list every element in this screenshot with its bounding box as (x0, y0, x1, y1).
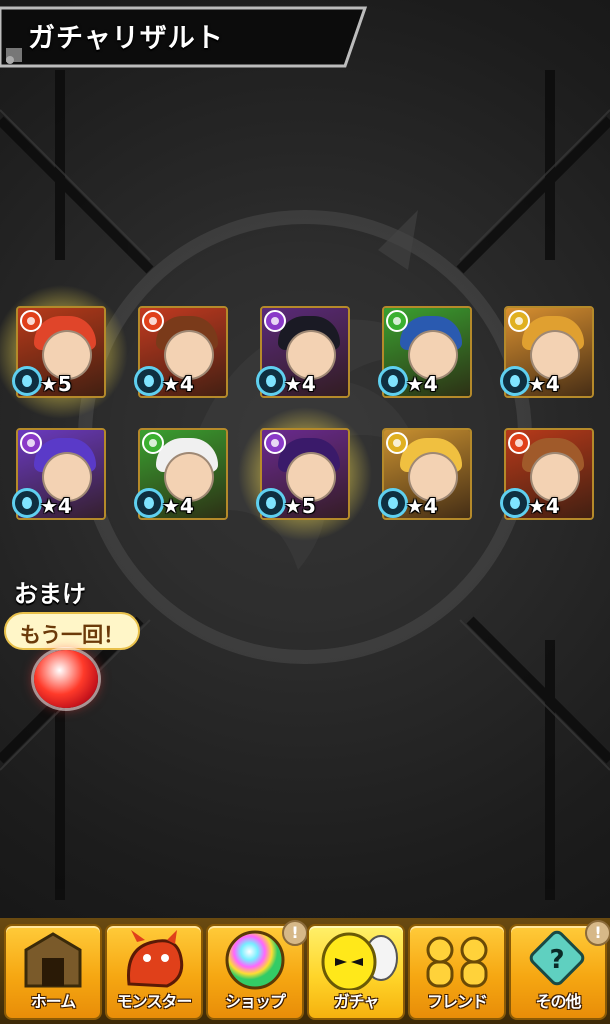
type-badge-icon (134, 488, 164, 518)
element-icon (386, 432, 408, 454)
monster-card[interactable]: ★4 (134, 428, 228, 520)
nav-item-gacha[interactable]: ガチャ (307, 924, 405, 1020)
rarity-stars: ★4 (528, 494, 560, 518)
bonus-bubble-text: もう一回！ (19, 623, 125, 647)
nav-label: ガチャ (333, 992, 380, 1011)
home-gate-icon (6, 928, 100, 990)
monster-card[interactable]: ★4 (500, 306, 594, 398)
bottom-nav: ホーム モンスター ショップ! ガチャ フレンド? その他! (0, 918, 610, 1024)
monster-card[interactable]: ★4 (256, 306, 350, 398)
alert-badge: ! (282, 920, 308, 946)
rarity-stars: ★4 (406, 494, 438, 518)
type-badge-icon (378, 366, 408, 396)
element-icon (142, 310, 164, 332)
element-icon (508, 310, 530, 332)
monster-card[interactable]: ★4 (134, 306, 228, 398)
dragon-icon (107, 928, 201, 990)
egg-icon (309, 928, 403, 992)
type-badge-icon (378, 488, 408, 518)
element-icon (264, 310, 286, 332)
rarity-stars: ★4 (162, 494, 194, 518)
element-icon (20, 310, 42, 332)
nav-item-home[interactable]: ホーム (4, 924, 102, 1020)
type-badge-icon (256, 366, 286, 396)
rarity-stars: ★4 (528, 372, 560, 396)
element-icon (386, 310, 408, 332)
nav-label: ショップ (224, 992, 286, 1011)
nav-label: その他 (535, 992, 581, 1011)
type-badge-icon (500, 366, 530, 396)
gacha-result-grid: ★5 ★4 ★4 ★4 ★4 ★4 ★4 ★5 ★4 ★4 (0, 0, 610, 542)
element-icon (20, 432, 42, 454)
monster-card[interactable]: ★4 (500, 428, 594, 520)
svg-text:?: ? (549, 945, 564, 975)
type-badge-icon (134, 366, 164, 396)
element-icon (142, 432, 164, 454)
nav-label: フレンド (426, 992, 488, 1011)
element-icon (508, 432, 530, 454)
rarity-stars: ★4 (284, 372, 316, 396)
monster-card[interactable]: ★4 (12, 428, 106, 520)
nav-item-shop[interactable]: ショップ! (206, 920, 308, 1020)
rarity-stars: ★5 (284, 494, 316, 518)
monster-card[interactable]: ★5 (0, 284, 128, 420)
bonus-label: おまけ (14, 580, 86, 608)
nav-item-monster[interactable]: モンスター (105, 924, 203, 1020)
bonus-speech-bubble: もう一回！ (4, 612, 140, 650)
nav-label: モンスター (116, 992, 193, 1011)
nav-item-friend[interactable]: フレンド (408, 924, 506, 1020)
type-badge-icon (256, 488, 286, 518)
alert-badge: ! (585, 920, 610, 946)
nav-item-other[interactable]: ? その他! (509, 920, 610, 1020)
friends-icon (410, 928, 504, 990)
monster-card[interactable]: ★5 (238, 406, 372, 542)
monster-card[interactable]: ★4 (378, 306, 472, 398)
type-badge-icon (500, 488, 530, 518)
element-icon (264, 432, 286, 454)
rarity-stars: ★4 (40, 494, 72, 518)
type-badge-icon (12, 366, 42, 396)
type-badge-icon (12, 488, 42, 518)
monster-card[interactable]: ★4 (378, 428, 472, 520)
nav-label: ホーム (30, 992, 77, 1011)
rarity-stars: ★4 (406, 372, 438, 396)
bonus-orb-button[interactable] (34, 650, 98, 708)
rarity-stars: ★4 (162, 372, 194, 396)
rarity-stars: ★5 (40, 372, 72, 396)
